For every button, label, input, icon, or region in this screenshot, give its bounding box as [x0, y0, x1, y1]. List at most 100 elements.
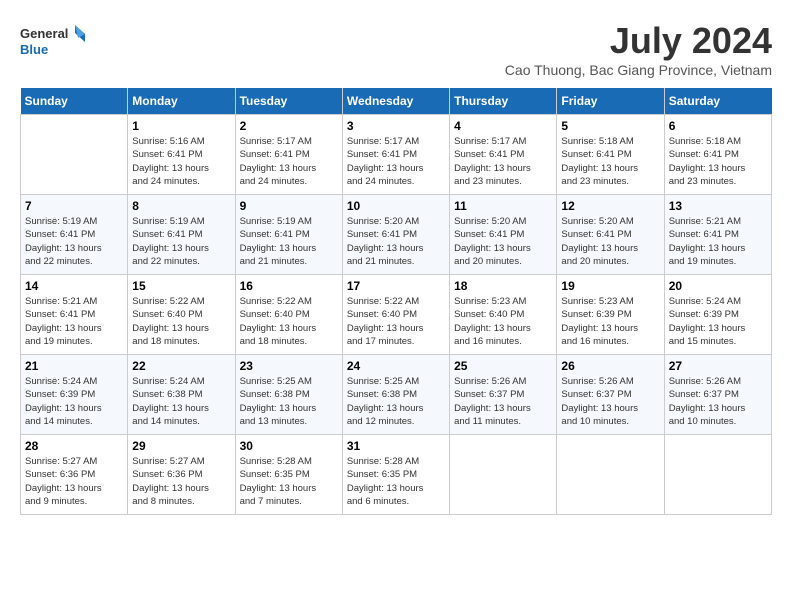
day-number: 28 [25, 439, 123, 453]
header-saturday: Saturday [664, 88, 771, 115]
day-info: Sunrise: 5:22 AM Sunset: 6:40 PM Dayligh… [347, 295, 445, 348]
day-number: 5 [561, 119, 659, 133]
day-info: Sunrise: 5:24 AM Sunset: 6:39 PM Dayligh… [25, 375, 123, 428]
day-number: 19 [561, 279, 659, 293]
calendar-cell: 14Sunrise: 5:21 AM Sunset: 6:41 PM Dayli… [21, 275, 128, 355]
day-number: 16 [240, 279, 338, 293]
day-info: Sunrise: 5:20 AM Sunset: 6:41 PM Dayligh… [561, 215, 659, 268]
day-info: Sunrise: 5:22 AM Sunset: 6:40 PM Dayligh… [240, 295, 338, 348]
day-info: Sunrise: 5:20 AM Sunset: 6:41 PM Dayligh… [347, 215, 445, 268]
calendar-cell: 7Sunrise: 5:19 AM Sunset: 6:41 PM Daylig… [21, 195, 128, 275]
day-number: 22 [132, 359, 230, 373]
day-number: 3 [347, 119, 445, 133]
calendar-cell: 28Sunrise: 5:27 AM Sunset: 6:36 PM Dayli… [21, 435, 128, 515]
location: Cao Thuong, Bac Giang Province, Vietnam [505, 62, 772, 78]
calendar-cell [557, 435, 664, 515]
day-number: 25 [454, 359, 552, 373]
calendar-cell: 31Sunrise: 5:28 AM Sunset: 6:35 PM Dayli… [342, 435, 449, 515]
logo-svg: General Blue [20, 20, 90, 65]
day-number: 9 [240, 199, 338, 213]
day-info: Sunrise: 5:26 AM Sunset: 6:37 PM Dayligh… [669, 375, 767, 428]
day-number: 29 [132, 439, 230, 453]
title-block: July 2024 Cao Thuong, Bac Giang Province… [505, 20, 772, 78]
day-number: 14 [25, 279, 123, 293]
day-number: 11 [454, 199, 552, 213]
day-number: 18 [454, 279, 552, 293]
svg-text:General: General [20, 26, 68, 41]
calendar-cell: 19 Sunrise: 5:23 AM Sunset: 6:39 PM Dayli… [557, 275, 664, 355]
day-info: Sunrise: 5:17 AM Sunset: 6:41 PM Dayligh… [454, 135, 552, 188]
day-info: Sunrise: 5:19 AM Sunset: 6:41 PM Dayligh… [25, 215, 123, 268]
day-number: 2 [240, 119, 338, 133]
calendar-cell [21, 115, 128, 195]
day-number: 4 [454, 119, 552, 133]
header-wednesday: Wednesday [342, 88, 449, 115]
calendar-cell: 13Sunrise: 5:21 AM Sunset: 6:41 PM Dayli… [664, 195, 771, 275]
day-number: 24 [347, 359, 445, 373]
calendar-cell: 8Sunrise: 5:19 AM Sunset: 6:41 PM Daylig… [128, 195, 235, 275]
calendar-cell: 2 Sunrise: 5:17 AM Sunset: 6:41 PM Daylig… [235, 115, 342, 195]
day-number: 15 [132, 279, 230, 293]
day-info: Sunrise: 5:19 AM Sunset: 6:41 PM Dayligh… [240, 215, 338, 268]
week-row-1: 1 Sunrise: 5:16 AM Sunset: 6:41 PM Daylig… [21, 115, 772, 195]
week-row-3: 14Sunrise: 5:21 AM Sunset: 6:41 PM Dayli… [21, 275, 772, 355]
day-number: 27 [669, 359, 767, 373]
header-tuesday: Tuesday [235, 88, 342, 115]
day-info: Sunrise: 5:23 AM Sunset: 6:39 PM Dayligh… [561, 295, 659, 348]
day-info: Sunrise: 5:18 AM Sunset: 6:41 PM Dayligh… [669, 135, 767, 188]
week-row-4: 21 Sunrise: 5:24 AM Sunset: 6:39 PM Dayli… [21, 355, 772, 435]
day-number: 17 [347, 279, 445, 293]
day-info: Sunrise: 5:25 AM Sunset: 6:38 PM Dayligh… [240, 375, 338, 428]
logo: General Blue [20, 20, 90, 65]
calendar-cell: 12Sunrise: 5:20 AM Sunset: 6:41 PM Dayli… [557, 195, 664, 275]
day-info: Sunrise: 5:24 AM Sunset: 6:38 PM Dayligh… [132, 375, 230, 428]
header-monday: Monday [128, 88, 235, 115]
day-number: 8 [132, 199, 230, 213]
day-number: 10 [347, 199, 445, 213]
day-number: 30 [240, 439, 338, 453]
calendar-cell: 5Sunrise: 5:18 AM Sunset: 6:41 PM Daylig… [557, 115, 664, 195]
day-info: Sunrise: 5:26 AM Sunset: 6:37 PM Dayligh… [454, 375, 552, 428]
calendar-cell: 18 Sunrise: 5:23 AM Sunset: 6:40 PM Dayli… [450, 275, 557, 355]
day-info: Sunrise: 5:26 AM Sunset: 6:37 PM Dayligh… [561, 375, 659, 428]
calendar-cell: 1 Sunrise: 5:16 AM Sunset: 6:41 PM Daylig… [128, 115, 235, 195]
calendar-cell: 24Sunrise: 5:25 AM Sunset: 6:38 PM Dayli… [342, 355, 449, 435]
day-info: Sunrise: 5:28 AM Sunset: 6:35 PM Dayligh… [240, 455, 338, 508]
calendar-cell: 20Sunrise: 5:24 AM Sunset: 6:39 PM Dayli… [664, 275, 771, 355]
calendar-cell: 4 Sunrise: 5:17 AM Sunset: 6:41 PM Daylig… [450, 115, 557, 195]
header-friday: Friday [557, 88, 664, 115]
calendar-cell: 27 Sunrise: 5:26 AM Sunset: 6:37 PM Dayli… [664, 355, 771, 435]
day-info: Sunrise: 5:17 AM Sunset: 6:41 PM Dayligh… [347, 135, 445, 188]
header-row: SundayMondayTuesdayWednesdayThursdayFrid… [21, 88, 772, 115]
calendar-cell: 26 Sunrise: 5:26 AM Sunset: 6:37 PM Dayli… [557, 355, 664, 435]
day-number: 6 [669, 119, 767, 133]
calendar-cell: 9 Sunrise: 5:19 AM Sunset: 6:41 PM Daylig… [235, 195, 342, 275]
day-number: 21 [25, 359, 123, 373]
calendar-cell: 11 Sunrise: 5:20 AM Sunset: 6:41 PM Dayli… [450, 195, 557, 275]
calendar-cell [450, 435, 557, 515]
header-sunday: Sunday [21, 88, 128, 115]
day-number: 26 [561, 359, 659, 373]
calendar-cell: 15 Sunrise: 5:22 AM Sunset: 6:40 PM Dayli… [128, 275, 235, 355]
calendar-cell: 25 Sunrise: 5:26 AM Sunset: 6:37 PM Dayli… [450, 355, 557, 435]
day-info: Sunrise: 5:27 AM Sunset: 6:36 PM Dayligh… [132, 455, 230, 508]
day-info: Sunrise: 5:28 AM Sunset: 6:35 PM Dayligh… [347, 455, 445, 508]
day-number: 1 [132, 119, 230, 133]
week-row-2: 7Sunrise: 5:19 AM Sunset: 6:41 PM Daylig… [21, 195, 772, 275]
day-info: Sunrise: 5:17 AM Sunset: 6:41 PM Dayligh… [240, 135, 338, 188]
calendar-cell: 16 Sunrise: 5:22 AM Sunset: 6:40 PM Dayli… [235, 275, 342, 355]
calendar-cell: 21 Sunrise: 5:24 AM Sunset: 6:39 PM Dayli… [21, 355, 128, 435]
day-info: Sunrise: 5:16 AM Sunset: 6:41 PM Dayligh… [132, 135, 230, 188]
day-info: Sunrise: 5:24 AM Sunset: 6:39 PM Dayligh… [669, 295, 767, 348]
day-info: Sunrise: 5:21 AM Sunset: 6:41 PM Dayligh… [669, 215, 767, 268]
day-info: Sunrise: 5:23 AM Sunset: 6:40 PM Dayligh… [454, 295, 552, 348]
day-info: Sunrise: 5:22 AM Sunset: 6:40 PM Dayligh… [132, 295, 230, 348]
page-header: General Blue July 2024 Cao Thuong, Bac G… [20, 20, 772, 78]
week-row-5: 28 Sunrise: 5:27 AM Sunset: 6:36 PM Dayli… [21, 435, 772, 515]
calendar-table: SundayMondayTuesdayWednesdayThursdayFrid… [20, 88, 772, 515]
calendar-cell: 29 Sunrise: 5:27 AM Sunset: 6:36 PM Dayli… [128, 435, 235, 515]
day-number: 23 [240, 359, 338, 373]
day-info: Sunrise: 5:20 AM Sunset: 6:41 PM Dayligh… [454, 215, 552, 268]
calendar-cell: 10 Sunrise: 5:20 AM Sunset: 6:41 PM Dayli… [342, 195, 449, 275]
calendar-cell: 23 Sunrise: 5:25 AM Sunset: 6:38 PM Dayli… [235, 355, 342, 435]
